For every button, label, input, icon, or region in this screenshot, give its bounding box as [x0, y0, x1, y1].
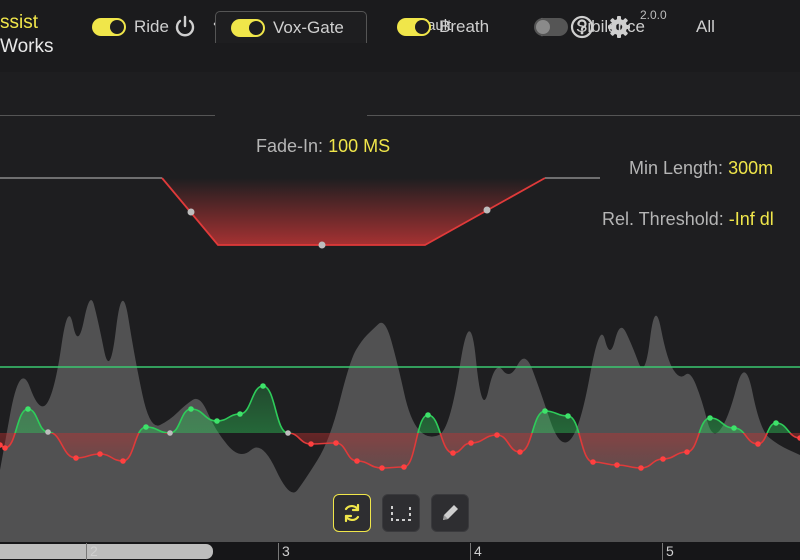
gain-node[interactable]: [773, 420, 779, 426]
fade-out-handle[interactable]: [483, 206, 491, 214]
pencil-icon: [443, 505, 458, 520]
gain-node[interactable]: [684, 449, 690, 455]
min-length-readout[interactable]: Min Length: 300m: [629, 158, 773, 179]
fade-in-handle[interactable]: [187, 208, 195, 216]
gain-node[interactable]: [73, 455, 79, 461]
gain-node[interactable]: [517, 449, 523, 455]
fade-in-label: Fade-In:: [256, 136, 324, 156]
gain-node[interactable]: [25, 406, 31, 412]
gain-node[interactable]: [143, 424, 149, 430]
timeline-tick: 4: [470, 543, 482, 560]
gain-node[interactable]: [450, 450, 456, 456]
rel-threshold-value[interactable]: -Inf dl: [729, 209, 774, 229]
gain-node[interactable]: [614, 462, 620, 468]
gain-node[interactable]: [237, 411, 243, 417]
min-length-label: Min Length:: [629, 158, 724, 178]
gain-node[interactable]: [260, 383, 266, 389]
gain-node[interactable]: [379, 465, 385, 471]
gain-node[interactable]: [308, 441, 314, 447]
gain-node[interactable]: [731, 425, 737, 431]
rel-threshold-label: Rel. Threshold:: [602, 209, 724, 229]
draw-tool-button[interactable]: [431, 494, 469, 532]
loop-refresh-icon: [344, 503, 360, 523]
gain-node[interactable]: [120, 458, 126, 464]
gain-node[interactable]: [707, 415, 713, 421]
gain-node[interactable]: [638, 465, 644, 471]
gain-node[interactable]: [285, 430, 291, 436]
min-length-value[interactable]: 300m: [728, 158, 773, 178]
loop-tool-button[interactable]: [333, 494, 371, 532]
gain-node[interactable]: [2, 445, 8, 451]
gain-node[interactable]: [565, 413, 571, 419]
gain-node[interactable]: [333, 440, 339, 446]
gain-node[interactable]: [97, 451, 103, 457]
gate-and-waveform-display: [0, 177, 800, 545]
timeline-tick: 5: [662, 543, 674, 560]
gain-node[interactable]: [425, 412, 431, 418]
fade-in-value[interactable]: 100 MS: [328, 136, 390, 156]
gain-node[interactable]: [214, 418, 220, 424]
timeline-tick: 2: [86, 543, 98, 560]
gain-node[interactable]: [167, 430, 173, 436]
gain-node[interactable]: [494, 432, 500, 438]
gain-node[interactable]: [354, 458, 360, 464]
gain-node[interactable]: [188, 406, 194, 412]
gain-node[interactable]: [755, 441, 761, 447]
timeline-scroll-thumb[interactable]: [0, 544, 213, 559]
timeline-tick: 3: [278, 543, 290, 560]
rel-threshold-readout[interactable]: Rel. Threshold: -Inf dl: [602, 209, 774, 230]
gain-node[interactable]: [45, 429, 51, 435]
gain-node[interactable]: [468, 440, 474, 446]
gate-depth-handle[interactable]: [318, 241, 326, 249]
gain-node[interactable]: [660, 456, 666, 462]
fade-in-readout[interactable]: Fade-In: 100 MS: [256, 136, 390, 157]
range-tool-button[interactable]: [382, 494, 420, 532]
gain-node[interactable]: [590, 459, 596, 465]
range-select-icon: [391, 506, 411, 521]
gain-node[interactable]: [401, 464, 407, 470]
gain-node[interactable]: [542, 408, 548, 414]
